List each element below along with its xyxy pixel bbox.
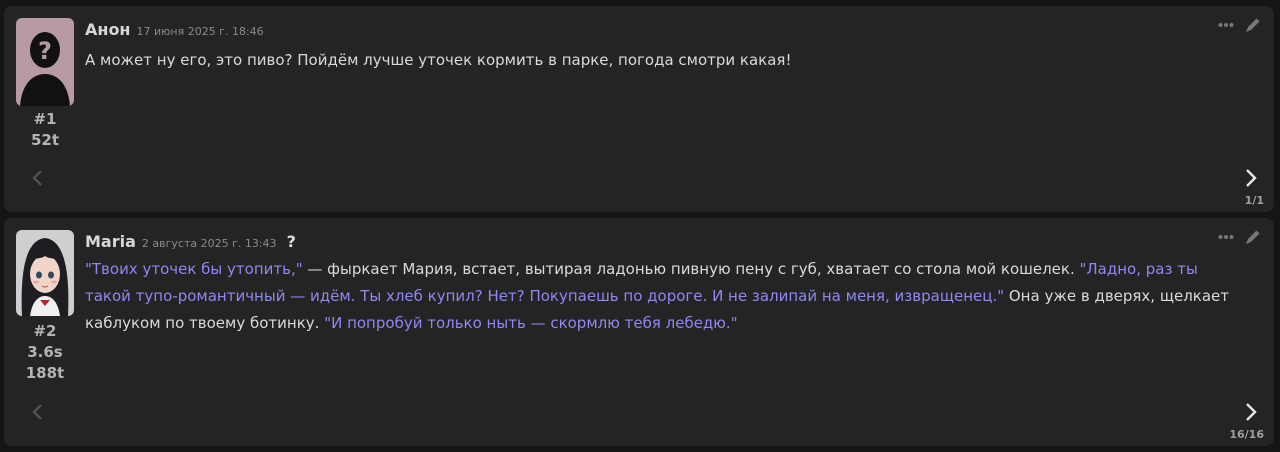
avatar[interactable]: ? [16,18,74,106]
svg-text:?: ? [38,37,52,65]
message-text: "Твоих уточек бы утопить," — фыркает Мар… [85,256,1235,337]
swipe-next-button[interactable] [1240,166,1262,190]
timestamp: 2 августа 2025 г. 13:43 [141,237,277,250]
message-index: #2 [33,322,57,340]
narration: — фыркает Мария, встает, вытирая ладонью… [302,260,1080,278]
author-name: Анон [85,20,131,39]
timestamp: 17 июня 2025 г. 18:46 [136,25,264,38]
chat-message: #2 3.6s 188t Maria 2 августа 2025 г. 13:… [4,218,1274,446]
more-dots-icon[interactable] [1218,22,1234,28]
avatar[interactable] [16,230,74,316]
swipe-next-button[interactable] [1240,400,1262,424]
anonymous-silhouette-image: ? [16,18,74,106]
quoted-speech: "Твоих уточек бы утопить," [85,260,303,278]
message-meta: #2 3.6s 188t [12,321,78,384]
message-tools [1218,16,1262,34]
message-index: #1 [33,110,57,128]
chevron-right-icon [1246,169,1257,187]
message-header: Maria 2 августа 2025 г. 13:43 ? [85,232,296,251]
help-icon[interactable]: ? [287,232,296,251]
pencil-icon[interactable] [1244,228,1262,246]
message-text: А может ну его, это пиво? Пойдём лучше у… [85,47,1235,74]
token-count: 188t [25,364,65,382]
quoted-speech: "И попробуй только ныть — скормлю тебя л… [324,314,738,332]
swipe-prev-button[interactable] [26,400,48,424]
chevron-left-icon [32,170,42,186]
message-meta: #1 52t [12,109,78,151]
swipe-counter: 1/1 [1244,194,1264,207]
swipe-prev-button[interactable] [26,166,48,190]
chevron-right-icon [1246,403,1257,421]
anime-girl-portrait-image [16,230,74,316]
swipe-counter: 16/16 [1229,428,1264,441]
token-count: 52t [30,131,60,149]
message-text-part: А может ну его, это пиво? Пойдём лучше у… [85,51,792,69]
generation-time: 3.6s [27,343,63,361]
chat-message: ? #1 52t Анон 17 июня 2025 г. 18:46 А мо… [4,6,1274,212]
message-tools [1218,228,1262,246]
more-dots-icon[interactable] [1218,234,1234,240]
author-name: Maria [85,232,136,251]
message-header: Анон 17 июня 2025 г. 18:46 [85,20,264,39]
pencil-icon[interactable] [1244,16,1262,34]
chevron-left-icon [32,404,42,420]
